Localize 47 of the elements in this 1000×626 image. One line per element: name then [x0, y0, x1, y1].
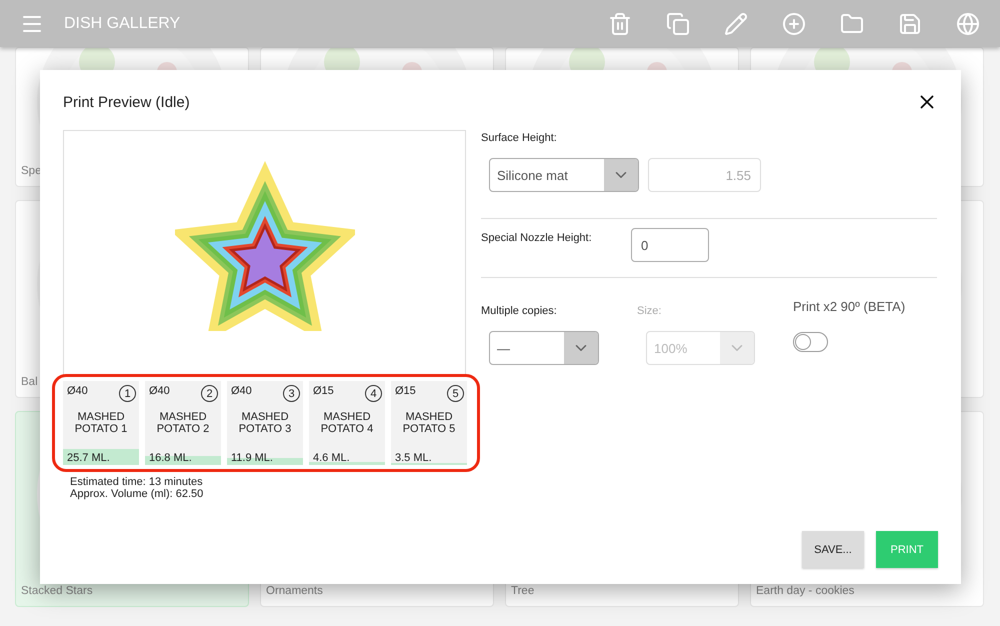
card-label: Earth day - cookies — [755, 584, 854, 599]
card-label: Bal — [20, 375, 38, 390]
card-label: Tree — [510, 584, 534, 599]
nozzle-height-field[interactable]: 0 — [631, 228, 709, 262]
add-icon[interactable] — [782, 12, 806, 36]
cup-diameter: Ø40 — [231, 385, 252, 399]
copies-select[interactable]: — — [489, 331, 599, 365]
field-label: Print x2 90º (BETA) — [793, 299, 906, 314]
field-label: Special Nozzle Height: — [481, 232, 593, 244]
cup-diameter: Ø15 — [313, 385, 334, 399]
cup-name: MASHED POTATO 5 — [402, 411, 456, 437]
cup-diameter: Ø40 — [149, 385, 170, 399]
save-icon[interactable] — [898, 12, 922, 36]
card-label: Stacked Stars — [20, 584, 93, 599]
cup-diameter: Ø15 — [395, 385, 416, 399]
dialog-title: Print Preview (Idle) — [63, 94, 190, 110]
copy-icon[interactable] — [666, 12, 690, 36]
card-label: Spe — [20, 164, 42, 179]
folder-icon[interactable] — [840, 12, 864, 36]
field-label: Size: — [637, 305, 662, 317]
pencil-icon[interactable] — [724, 12, 748, 36]
cup-number: 3 — [283, 385, 300, 402]
cup-number: 2 — [201, 385, 218, 402]
cup-number: 1 — [119, 385, 136, 402]
cup-volume: 11.9 ML. — [231, 452, 273, 464]
cup-volume: 3.5 ML. — [395, 452, 432, 464]
cup-name: MASHED POTATO 4 — [320, 411, 374, 437]
field-label: Multiple copies: — [481, 305, 558, 317]
card-label: Ornaments — [265, 584, 323, 599]
approx-volume: Approx. Volume (ml): 62.50 — [70, 488, 204, 500]
cup-name: MASHED POTATO 1 — [74, 411, 128, 437]
estimated-time: Estimated time: 13 minutes — [70, 476, 204, 488]
cup-volume: 4.6 ML. — [313, 452, 350, 464]
cup-volume: 16.8 ML. — [149, 452, 192, 464]
trash-icon[interactable] — [608, 12, 632, 36]
surface-select[interactable]: Silicone mat — [489, 158, 639, 192]
app-title: DISH GALLERY — [64, 14, 182, 32]
cup-diameter: Ø40 — [67, 385, 88, 399]
cup-number: 5 — [447, 385, 464, 402]
cup-number: 4 — [365, 385, 382, 402]
cup-volume: 25.7 ML. — [67, 452, 110, 464]
field-label: Surface Height: — [481, 132, 558, 144]
print-x2-toggle[interactable] — [793, 332, 828, 352]
globe-icon[interactable] — [956, 12, 980, 36]
cup-name: MASHED POTATO 3 — [238, 411, 292, 437]
save-button[interactable]: SAVE... — [802, 531, 864, 568]
cup-name: MASHED POTATO 2 — [156, 411, 210, 437]
